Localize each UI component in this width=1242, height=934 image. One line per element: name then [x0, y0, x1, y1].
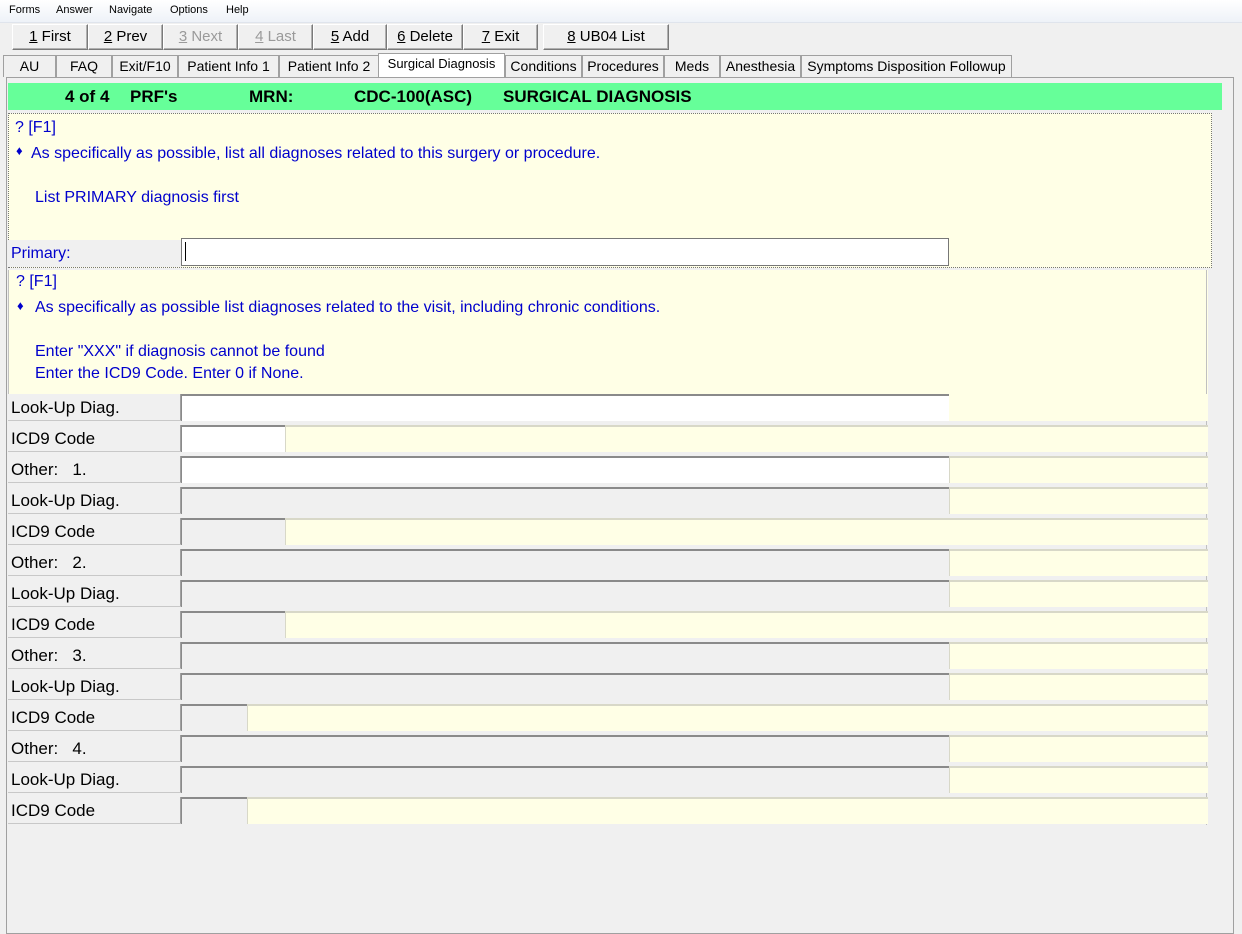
other-diagnosis-3-input[interactable] — [181, 642, 949, 669]
icd9-code-input[interactable] — [181, 797, 247, 824]
icd9-code-label: ICD9 Code — [8, 518, 182, 545]
menu-answer[interactable]: Answer — [56, 4, 93, 16]
instruction-text: As specifically as possible, list all di… — [31, 145, 601, 162]
icd9-description — [285, 611, 1208, 638]
lookup-diag-label: Look-Up Diag. — [8, 394, 182, 421]
tab-faq[interactable]: FAQ — [56, 55, 112, 77]
toolbar: 1 First 2 Prev 3 Next 4 Last 5 Add 6 Del… — [0, 23, 1242, 51]
icd9-description — [285, 425, 1208, 452]
other-diagnosis-2-input[interactable] — [181, 549, 949, 576]
field-spacer — [949, 766, 1208, 793]
icd9-description — [247, 797, 1208, 824]
bullet-icon: ♦ — [17, 298, 24, 313]
mrn-value: CDC-100(ASC) — [354, 87, 473, 106]
menu-help[interactable]: Help — [226, 4, 249, 16]
field-spacer — [949, 642, 1208, 669]
icd9-description — [247, 704, 1208, 731]
field-spacer — [949, 394, 1208, 421]
tab-anesthesia[interactable]: Anesthesia — [720, 55, 801, 77]
section-title: SURGICAL DIAGNOSIS — [503, 87, 692, 106]
icd9-code-input[interactable] — [181, 611, 285, 638]
icd9-code-label: ICD9 Code — [8, 611, 182, 638]
icd9-description — [285, 518, 1208, 545]
tab-patient-info-1[interactable]: Patient Info 1 — [178, 55, 279, 77]
exit-button[interactable]: 7 Exit — [463, 24, 538, 50]
tab-procedures[interactable]: Procedures — [582, 55, 664, 77]
lookup-diag-label: Look-Up Diag. — [8, 766, 182, 793]
delete-button[interactable]: 6 Delete — [387, 24, 463, 50]
lookup-diag-label: Look-Up Diag. — [8, 673, 182, 700]
first-button[interactable]: 1 First — [12, 24, 88, 50]
tab-patient-info-2[interactable]: Patient Info 2 — [279, 55, 379, 77]
lookup-diag-input[interactable] — [181, 394, 949, 421]
icd9-code-input[interactable] — [181, 425, 285, 452]
tab-surgical-diagnosis[interactable]: Surgical Diagnosis — [378, 53, 505, 77]
add-button[interactable]: 5 Add — [313, 24, 387, 50]
instruction-text: List PRIMARY diagnosis first — [35, 189, 239, 206]
instruction-text: Enter "XXX" if diagnosis cannot be found — [35, 343, 325, 360]
primary-diagnosis-input[interactable] — [181, 238, 949, 266]
menu-options[interactable]: Options — [170, 4, 208, 16]
icd9-code-input[interactable] — [181, 518, 285, 545]
other-3-label: Other: 3. — [8, 642, 182, 669]
lookup-diag-input[interactable] — [181, 487, 949, 514]
primary-label: Primary: — [8, 240, 182, 267]
bullet-icon: ♦ — [16, 143, 23, 158]
menu-forms[interactable]: Forms — [9, 4, 40, 16]
other-4-label: Other: 4. — [8, 735, 182, 762]
last-button[interactable]: 4 Last — [238, 24, 313, 50]
field-spacer — [949, 487, 1208, 514]
lookup-diag-input[interactable] — [181, 580, 949, 607]
other-2-label: Other: 2. — [8, 549, 182, 576]
field-spacer — [949, 456, 1208, 483]
tab-strip: AU FAQ Exit/F10 Patient Info 1 Patient I… — [0, 53, 1242, 77]
tab-meds[interactable]: Meds — [664, 55, 720, 77]
record-counter: 4 of 4 — [65, 87, 110, 106]
next-button[interactable]: 3 Next — [163, 24, 238, 50]
other-1-label: Other: 1. — [8, 456, 182, 483]
prf-label: PRF's — [130, 87, 178, 106]
field-spacer — [949, 549, 1208, 576]
lookup-diag-input[interactable] — [181, 766, 949, 793]
ub04-list-button[interactable]: 8 UB04 List — [543, 24, 669, 50]
record-header: 4 of 4 PRF's MRN: CDC-100(ASC) SURGICAL … — [8, 83, 1222, 110]
other-diagnosis-1-input[interactable] — [181, 456, 949, 483]
icd9-code-label: ICD9 Code — [8, 797, 182, 824]
field-spacer — [949, 735, 1208, 762]
text-cursor — [185, 242, 186, 261]
tab-exit-f10[interactable]: Exit/F10 — [112, 55, 178, 77]
help-f1-link[interactable]: ? [F1] — [15, 119, 56, 137]
tab-symptoms-disposition-followup[interactable]: Symptoms Disposition Followup — [801, 55, 1012, 77]
other-instructions: ? [F1] ♦ As specifically as possible lis… — [8, 270, 1208, 395]
icd9-code-label: ICD9 Code — [8, 704, 182, 731]
instruction-text: As specifically as possible list diagnos… — [35, 299, 661, 316]
prev-button[interactable]: 2 Prev — [88, 24, 163, 50]
icd9-code-input[interactable] — [181, 704, 247, 731]
menu-bar: Forms Answer Navigate Options Help — [0, 0, 1242, 23]
tab-au[interactable]: AU — [3, 55, 56, 77]
mrn-label: MRN: — [249, 87, 294, 106]
tab-conditions[interactable]: Conditions — [505, 55, 582, 77]
lookup-diag-label: Look-Up Diag. — [8, 487, 182, 514]
lookup-diag-input[interactable] — [181, 673, 949, 700]
instruction-text: Enter the ICD9 Code. Enter 0 if None. — [35, 365, 304, 382]
help-f1-link[interactable]: ? [F1] — [16, 273, 57, 291]
field-spacer — [949, 673, 1208, 700]
icd9-code-label: ICD9 Code — [8, 425, 182, 452]
other-diagnosis-4-input[interactable] — [181, 735, 949, 762]
lookup-diag-label: Look-Up Diag. — [8, 580, 182, 607]
field-spacer — [949, 580, 1208, 607]
menu-navigate[interactable]: Navigate — [109, 4, 152, 16]
